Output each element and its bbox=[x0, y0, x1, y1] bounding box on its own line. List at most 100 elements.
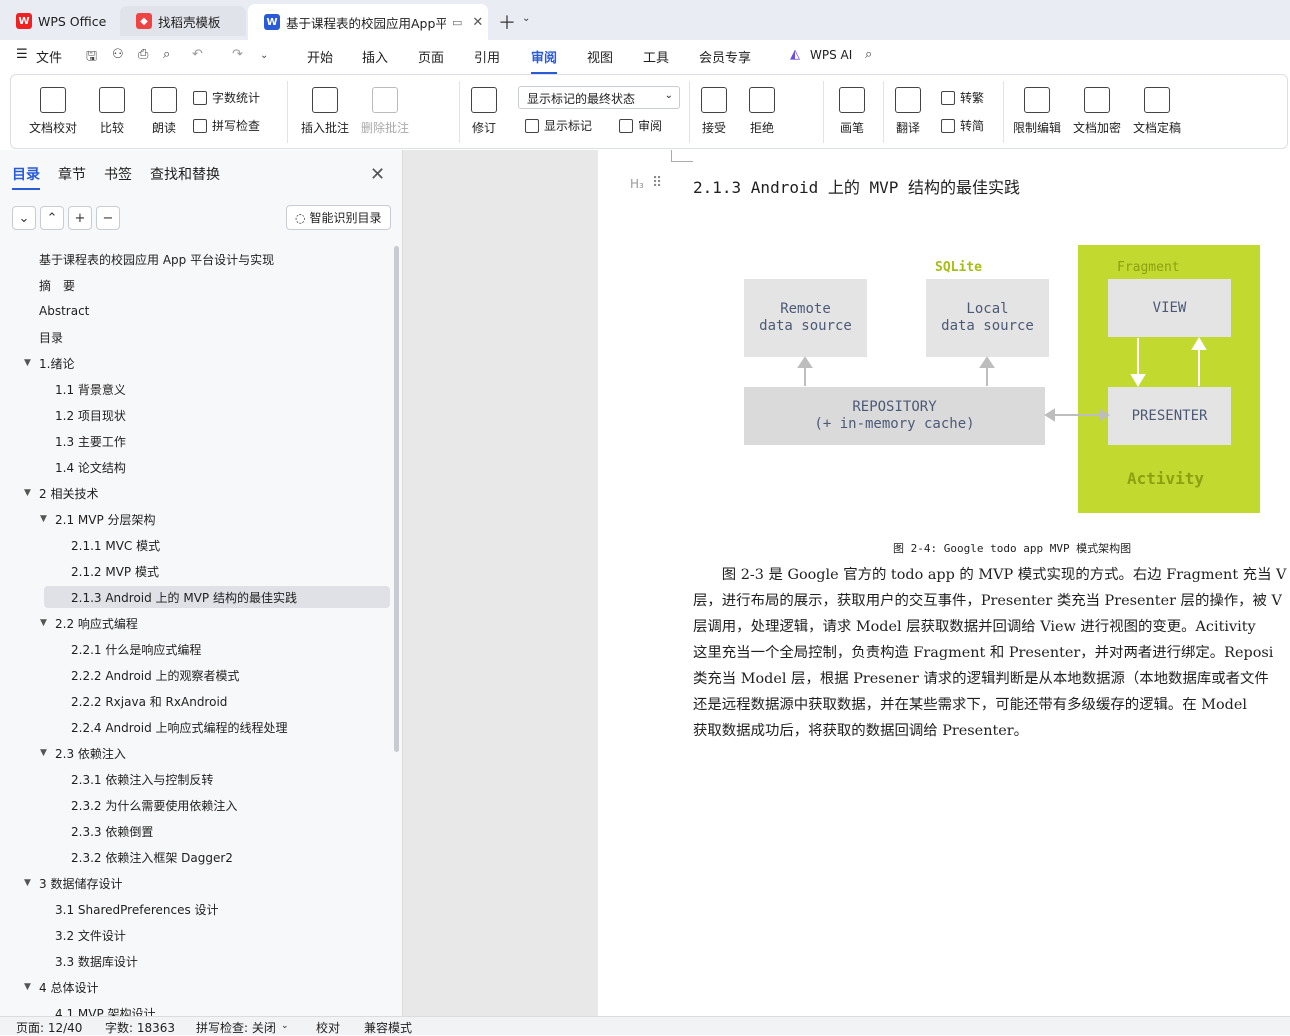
restrict-edit-button[interactable]: 限制编辑 bbox=[1013, 87, 1061, 136]
toc-item[interactable]: ▼ 2.3 依赖注入 bbox=[40, 742, 126, 764]
close-pane-icon[interactable]: ✕ bbox=[370, 164, 385, 185]
toc-item[interactable]: 2.1.2 MVP 模式 bbox=[71, 560, 159, 582]
menu-member[interactable]: 会员专享 bbox=[699, 47, 751, 66]
expand-triangle-icon[interactable]: ▼ bbox=[40, 748, 47, 758]
toc-item[interactable]: 1.4 论文结构 bbox=[55, 456, 126, 478]
page-indicator[interactable]: 页面: 12/40 bbox=[16, 1019, 82, 1036]
expand-triangle-icon[interactable]: ▼ bbox=[24, 488, 31, 498]
toc-item[interactable]: ▼ 3 数据储存设计 bbox=[24, 872, 122, 894]
reject-button[interactable]: 拒绝 bbox=[749, 87, 775, 136]
read-aloud-button[interactable]: 朗读 bbox=[151, 87, 177, 136]
tab-toc[interactable]: 目录 bbox=[12, 164, 40, 190]
encrypt-button[interactable]: 文档加密 bbox=[1073, 87, 1121, 136]
redo-icon[interactable]: ↷ bbox=[232, 47, 243, 62]
menu-page[interactable]: 页面 bbox=[418, 47, 444, 66]
toc-item[interactable]: 2.3.2 依赖注入框架 Dagger2 bbox=[71, 846, 233, 868]
toc-scrollbar[interactable] bbox=[394, 246, 399, 752]
toc-item[interactable]: 1.3 主要工作 bbox=[55, 430, 126, 452]
toc-item[interactable]: ▼ 2.2 响应式编程 bbox=[40, 612, 138, 634]
tab-document[interactable]: W 基于课程表的校园应用App平台设 ▭ ✕ bbox=[248, 4, 488, 40]
tab-find-replace[interactable]: 查找和替换 bbox=[150, 164, 220, 190]
spell-check-button[interactable]: 拼写检查 bbox=[193, 117, 260, 134]
word-count-indicator[interactable]: 字数: 18363 bbox=[105, 1019, 175, 1036]
menu-file[interactable]: 文件 bbox=[36, 47, 62, 66]
revise-button[interactable]: 修订 bbox=[471, 87, 497, 136]
add-heading-icon[interactable]: + bbox=[68, 206, 92, 230]
tab-chapters[interactable]: 章节 bbox=[58, 164, 86, 190]
pen-button[interactable]: 画笔 bbox=[839, 87, 865, 136]
drag-handle-icon[interactable]: ⠿ bbox=[652, 175, 662, 191]
toc-item[interactable]: 3.2 文件设计 bbox=[55, 924, 126, 946]
markup-state-select[interactable]: 显示标记的最终状态 ⌄ bbox=[518, 86, 680, 109]
toc-item[interactable]: 2.3.1 依赖注入与控制反转 bbox=[71, 768, 213, 790]
undo-icon[interactable]: ↶ bbox=[192, 47, 203, 62]
toc-item[interactable]: 2.2.4 Android 上响应式编程的线程处理 bbox=[71, 716, 288, 738]
expand-triangle-icon[interactable]: ▼ bbox=[24, 358, 31, 368]
smart-toc-button[interactable]: ◌ 智能识别目录 bbox=[286, 205, 391, 230]
toc-item[interactable]: 目录 bbox=[39, 326, 63, 348]
print-icon[interactable]: ⎙ bbox=[138, 47, 148, 62]
close-tab-icon[interactable]: ✕ bbox=[472, 15, 483, 30]
toc-item[interactable]: Abstract bbox=[39, 300, 89, 322]
menu-tools[interactable]: 工具 bbox=[643, 47, 669, 66]
toc-item[interactable]: ▼ 2.1 MVP 分层架构 bbox=[40, 508, 156, 530]
toc-item[interactable]: 1.1 背景意义 bbox=[55, 378, 126, 400]
print-preview-icon[interactable]: ⌕ bbox=[163, 47, 170, 62]
delete-comment-button[interactable]: 删除批注 bbox=[361, 87, 409, 136]
menu-reference[interactable]: 引用 bbox=[474, 47, 500, 66]
insert-comment-button[interactable]: 插入批注 bbox=[301, 87, 349, 136]
toc-item[interactable]: 2.3.2 为什么需要使用依赖注入 bbox=[71, 794, 237, 816]
spell-check-status[interactable]: 拼写检查: 关闭 bbox=[196, 1019, 276, 1036]
to-traditional-button[interactable]: 转繁 bbox=[941, 89, 984, 106]
tab-list-chevron-icon[interactable]: ⌄ bbox=[522, 13, 530, 24]
toc-item[interactable]: 3.3 数据库设计 bbox=[55, 950, 138, 972]
show-markup-button[interactable]: 显示标记 bbox=[525, 117, 592, 134]
save-icon[interactable]: 🖫 bbox=[86, 47, 97, 69]
chevron-down-icon[interactable]: ⌄ bbox=[12, 206, 36, 230]
chevron-up-icon[interactable]: ⌃ bbox=[40, 206, 64, 230]
expand-triangle-icon[interactable]: ▼ bbox=[24, 878, 31, 888]
hamburger-icon[interactable]: ☰ bbox=[16, 47, 28, 62]
toc-item[interactable]: ▼ 2 相关技术 bbox=[24, 482, 98, 504]
toc-item[interactable]: 2.2.2 Android 上的观察者模式 bbox=[71, 664, 240, 686]
monitor-icon[interactable]: ▭ bbox=[452, 16, 462, 29]
search-icon[interactable]: ⌕ bbox=[865, 47, 872, 62]
menu-start[interactable]: 开始 bbox=[307, 47, 333, 66]
toc-item[interactable]: 4.1 MVP 架构设计 bbox=[55, 1002, 156, 1017]
menu-insert[interactable]: 插入 bbox=[362, 47, 388, 66]
tab-bookmarks[interactable]: 书签 bbox=[104, 164, 132, 190]
menu-review[interactable]: 审阅 bbox=[531, 47, 558, 74]
menu-wps-ai[interactable]: WPS AI bbox=[810, 48, 852, 62]
word-count-button[interactable]: 字数统计 bbox=[193, 89, 260, 106]
tab-daoke-templates[interactable]: ◆ 找稻壳模板 bbox=[120, 6, 246, 36]
expand-triangle-icon[interactable]: ▼ bbox=[24, 982, 31, 992]
remove-heading-icon[interactable]: − bbox=[96, 206, 120, 230]
accept-button[interactable]: 接受 bbox=[701, 87, 727, 136]
toc-item[interactable]: 1.2 项目现状 bbox=[55, 404, 126, 426]
toc-item[interactable]: 2.2.1 什么是响应式编程 bbox=[71, 638, 201, 660]
expand-triangle-icon[interactable]: ▼ bbox=[40, 514, 47, 524]
to-simplified-button[interactable]: 转简 bbox=[941, 117, 984, 134]
toc-item[interactable]: 2.1.3 Android 上的 MVP 结构的最佳实践 bbox=[44, 586, 390, 608]
doc-check-button[interactable]: 文档校对 bbox=[29, 87, 77, 136]
expand-triangle-icon[interactable]: ▼ bbox=[40, 618, 47, 628]
toc-item[interactable]: 2.3.3 依赖倒置 bbox=[71, 820, 153, 842]
proof-status[interactable]: 校对 bbox=[316, 1019, 340, 1036]
toc-item[interactable]: ▼ 4 总体设计 bbox=[24, 976, 98, 998]
finalize-button[interactable]: 文档定稿 bbox=[1133, 87, 1181, 136]
compare-button[interactable]: 比较 bbox=[99, 87, 125, 136]
translate-button[interactable]: 翻译 bbox=[895, 87, 921, 136]
toc-item[interactable]: 基于课程表的校园应用 App 平台设计与实现 bbox=[39, 248, 274, 270]
heading-level-marker[interactable]: H₃ bbox=[630, 177, 644, 191]
review-pane-button[interactable]: 审阅 bbox=[619, 117, 662, 134]
tab-wps-office[interactable]: W WPS Office bbox=[0, 6, 118, 36]
toc-item[interactable]: 3.1 SharedPreferences 设计 bbox=[55, 898, 219, 920]
link-icon[interactable]: ⚇ bbox=[112, 47, 124, 62]
chevron-down-icon[interactable]: ⌄ bbox=[281, 1021, 289, 1031]
menu-view[interactable]: 视图 bbox=[587, 47, 613, 66]
toc-item[interactable]: 2.2.2 Rxjava 和 RxAndroid bbox=[71, 690, 227, 712]
toc-item[interactable]: 摘 要 bbox=[39, 274, 75, 296]
new-tab-icon[interactable]: ＋ bbox=[498, 9, 516, 35]
more-chevron-icon[interactable]: ⌄ bbox=[260, 50, 268, 61]
toc-item[interactable]: ▼ 1.绪论 bbox=[24, 352, 74, 374]
